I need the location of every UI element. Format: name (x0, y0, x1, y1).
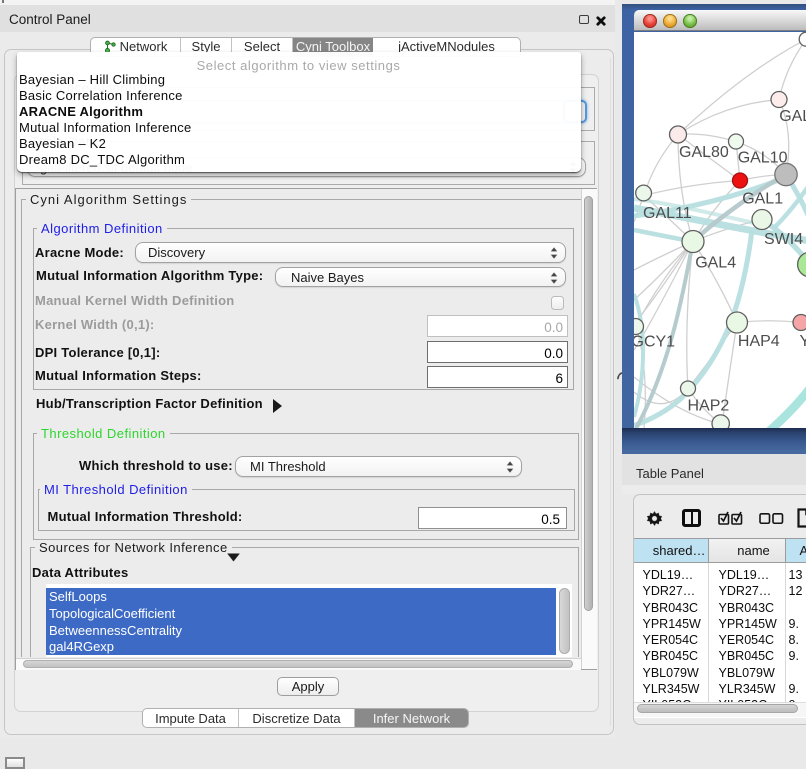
svg-text:GAL10: GAL10 (737, 149, 787, 166)
svg-text:GAL4: GAL4 (695, 254, 736, 271)
svg-text:GCY1: GCY1 (634, 333, 675, 350)
svg-text:GAL2: GAL2 (779, 107, 806, 124)
svg-text:YJR048W: YJR048W (799, 333, 806, 350)
svg-text:GAL11: GAL11 (643, 204, 692, 221)
svg-text:HAP2: HAP2 (687, 397, 729, 414)
svg-text:GAL1: GAL1 (742, 190, 783, 207)
svg-text:HAP4: HAP4 (737, 333, 779, 350)
svg-text:SWI4: SWI4 (764, 231, 803, 248)
svg-text:GAL80: GAL80 (679, 144, 729, 161)
